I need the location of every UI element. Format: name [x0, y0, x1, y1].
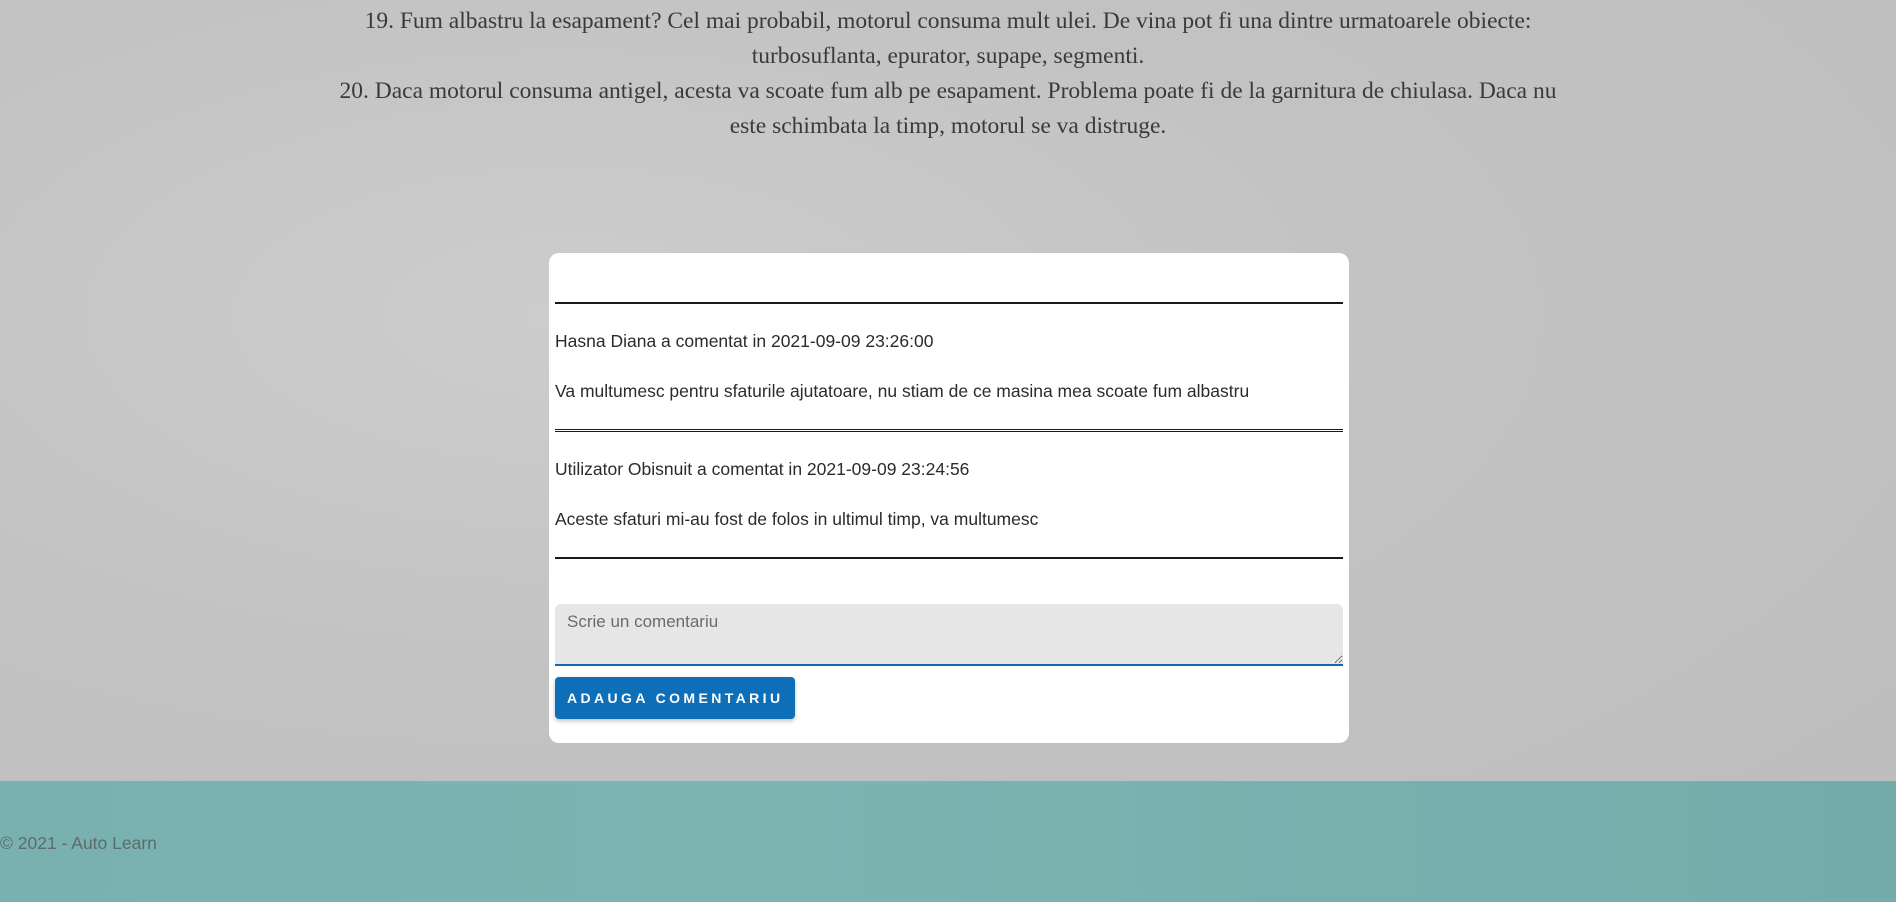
comment-divider	[555, 429, 1343, 432]
article-text: 19. Fum albastru la esapament? Cel mai p…	[296, 4, 1600, 144]
article-item-19-line-2: turbosuflanta, epurator, supape, segment…	[751, 43, 1145, 69]
comment-input[interactable]	[555, 604, 1343, 666]
comment-text: Aceste sfaturi mi-au fost de folos in ul…	[555, 509, 1039, 529]
article-item-20-line-1: 20. Daca motorul consuma antigel, acesta…	[339, 78, 1557, 104]
footer: © 2021 - Auto Learn	[0, 781, 1896, 902]
comments-section: Hasna Diana a comentat in 2021-09-09 23:…	[549, 253, 1349, 743]
comments-divider	[555, 302, 1343, 304]
add-comment-button[interactable]: ADAUGA COMENTARIU	[555, 677, 796, 719]
comment-divider	[555, 557, 1343, 559]
article-item-19-line-1: 19. Fum albastru la esapament? Cel mai p…	[364, 8, 1532, 34]
footer-copyright: © 2021 - Auto Learn	[0, 833, 157, 853]
article-item-20-line-2: este schimbata la timp, motorul se va di…	[729, 113, 1167, 139]
comment-text: Va multumesc pentru sfaturile ajutatoare…	[555, 381, 1250, 401]
comment-author-date: Utilizator Obisnuit a comentat in 2021-0…	[555, 459, 970, 479]
comment-author-date: Hasna Diana a comentat in 2021-09-09 23:…	[555, 331, 934, 351]
